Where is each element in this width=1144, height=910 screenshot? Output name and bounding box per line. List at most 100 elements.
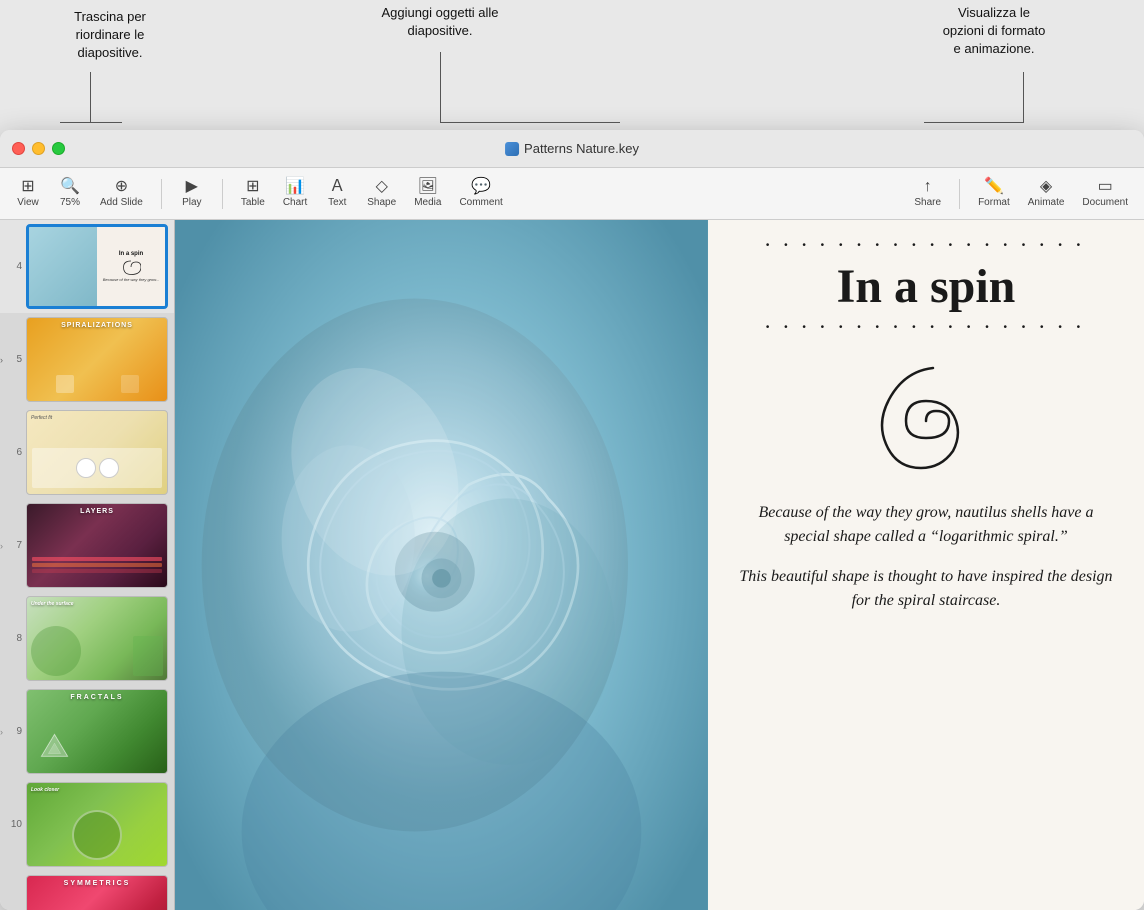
view-label: View <box>17 197 39 208</box>
close-button[interactable] <box>12 142 25 155</box>
toolbar-group-insert: ⊞ Table 📊 Chart Ａ Text ◇ Shape 🖼 Media 💬 <box>233 175 511 212</box>
animate-label: Animate <box>1028 197 1065 208</box>
format-icon: ✏️ <box>984 179 1004 195</box>
format-button[interactable]: ✏️ Format <box>970 175 1018 212</box>
slide-preview-4: In a spin Because of the way they grow..… <box>26 224 168 309</box>
slide-preview-5: SPIRALIZATIONS <box>26 317 168 402</box>
slide-num-8: 8 <box>6 633 22 644</box>
slide-preview-8: Under the surface <box>26 596 168 681</box>
table-button[interactable]: ⊞ Table <box>233 175 273 212</box>
share-icon: ↑ <box>924 179 932 195</box>
slide-thumb-8[interactable]: 8 Under the surface <box>0 592 174 685</box>
slide-title: In a spin <box>837 259 1016 314</box>
media-label: Media <box>414 197 441 208</box>
play-button[interactable]: ▶ Play <box>172 175 212 212</box>
slide-thumb-11[interactable]: › 11 SYMMETRICS <box>0 871 174 910</box>
slide-text-area: • • • • • • • • • • • • • • • • • • In a… <box>708 220 1144 910</box>
dots-bottom: • • • • • • • • • • • • • • • • • • <box>738 322 1114 333</box>
ann-line-2 <box>440 52 441 122</box>
window-controls <box>12 142 65 155</box>
play-icon: ▶ <box>186 179 198 195</box>
spiral-graphic <box>861 356 991 486</box>
slide-thumb-5[interactable]: › 5 SPIRALIZATIONS <box>0 313 174 406</box>
ann-line-3h <box>924 122 1024 123</box>
main-slide-area: • • • • • • • • • • • • • • • • • • In a… <box>175 220 1144 910</box>
media-button[interactable]: 🖼 Media <box>406 175 449 212</box>
annotation-drag: Trascina perriordinare lediapositive. <box>30 8 190 63</box>
text-button[interactable]: Ａ Text <box>317 175 357 212</box>
minimize-button[interactable] <box>32 142 45 155</box>
slide-thumb-6[interactable]: 6 Perfect fit <box>0 406 174 499</box>
toolbar-divider-2 <box>222 179 223 209</box>
slide-num-10: 10 <box>6 819 22 830</box>
window-title: Patterns Nature.key <box>524 141 639 156</box>
content-area: 4 In a spin Because of the way they grow… <box>0 220 1144 910</box>
document-button[interactable]: ▭ Document <box>1074 175 1136 212</box>
window-title-area: Patterns Nature.key <box>505 141 639 156</box>
table-label: Table <box>241 197 265 208</box>
annotations-area: Trascina perriordinare lediapositive. Ag… <box>0 0 1144 130</box>
zoom-label: 75% <box>60 197 80 208</box>
slide-body-text-1: Because of the way they grow, nautilus s… <box>738 501 1114 549</box>
toolbar-group-share: ↑ Share <box>906 175 949 212</box>
animate-icon: ◈ <box>1040 179 1052 195</box>
slide-thumb-4[interactable]: 4 In a spin Because of the way they grow… <box>0 220 174 313</box>
slide-preview-10: Look closer <box>26 782 168 867</box>
toolbar-group-format: ✏️ Format ◈ Animate ▭ Document <box>970 175 1136 212</box>
media-icon: 🖼 <box>418 179 438 195</box>
comment-button[interactable]: 💬 Comment <box>451 175 510 212</box>
slide-num-7: 7 <box>6 540 22 551</box>
ann-line-2h <box>440 122 620 123</box>
slide-preview-11: SYMMETRICS <box>26 875 168 910</box>
shape-label: Shape <box>367 197 396 208</box>
maximize-button[interactable] <box>52 142 65 155</box>
slide-photo <box>175 220 708 910</box>
slide-num-5: 5 <box>6 354 22 365</box>
comment-icon: 💬 <box>471 179 491 195</box>
dots-top: • • • • • • • • • • • • • • • • • • <box>738 240 1114 251</box>
slide-num-6: 6 <box>6 447 22 458</box>
toolbar-divider-3 <box>959 179 960 209</box>
chart-label: Chart <box>283 197 307 208</box>
ann-line-1h <box>60 122 122 123</box>
zoom-button[interactable]: 🔍 75% <box>50 175 90 212</box>
table-icon: ⊞ <box>246 179 259 195</box>
ann-line-3 <box>1023 72 1024 122</box>
toolbar-group-play: ▶ Play <box>172 175 212 212</box>
slide-thumb-7[interactable]: › 7 LAYERS <box>0 499 174 592</box>
add-slide-icon: ⊕ <box>115 179 128 195</box>
text-icon: Ａ <box>329 179 345 195</box>
zoom-icon: 🔍 <box>60 179 80 195</box>
chart-icon: 📊 <box>285 179 305 195</box>
view-button[interactable]: ⊞ View <box>8 175 48 212</box>
slide-num-4: 4 <box>6 261 22 272</box>
comment-label: Comment <box>459 197 502 208</box>
animate-button[interactable]: ◈ Animate <box>1020 175 1073 212</box>
shape-button[interactable]: ◇ Shape <box>359 175 404 212</box>
shape-icon: ◇ <box>376 179 388 195</box>
add-slide-button[interactable]: ⊕ Add Slide <box>92 175 151 212</box>
play-label: Play <box>182 197 201 208</box>
slide-preview-7: LAYERS <box>26 503 168 588</box>
slide-body-text-2: This beautiful shape is thought to have … <box>738 565 1114 613</box>
toolbar: ⊞ View 🔍 75% ⊕ Add Slide ▶ Play ⊞ Tab <box>0 168 1144 220</box>
slide-thumb-10[interactable]: 10 Look closer <box>0 778 174 871</box>
slide-panel[interactable]: 4 In a spin Because of the way they grow… <box>0 220 175 910</box>
text-label: Text <box>328 197 346 208</box>
keynote-icon <box>505 142 519 156</box>
main-window: Patterns Nature.key ⊞ View 🔍 75% ⊕ Add S… <box>0 130 1144 910</box>
slide-thumb-9[interactable]: › 9 FRACTALS <box>0 685 174 778</box>
view-icon: ⊞ <box>21 179 34 195</box>
chart-button[interactable]: 📊 Chart <box>275 175 315 212</box>
toolbar-group-view: ⊞ View 🔍 75% ⊕ Add Slide <box>8 175 151 212</box>
titlebar: Patterns Nature.key <box>0 130 1144 168</box>
format-label: Format <box>978 197 1010 208</box>
slide-canvas: • • • • • • • • • • • • • • • • • • In a… <box>175 220 1144 910</box>
toolbar-divider-1 <box>161 179 162 209</box>
slide-num-9: 9 <box>6 726 22 737</box>
document-icon: ▭ <box>1098 179 1113 195</box>
add-slide-label: Add Slide <box>100 197 143 208</box>
ann-line-1 <box>90 72 91 122</box>
slide-preview-6: Perfect fit <box>26 410 168 495</box>
share-button[interactable]: ↑ Share <box>906 175 949 212</box>
